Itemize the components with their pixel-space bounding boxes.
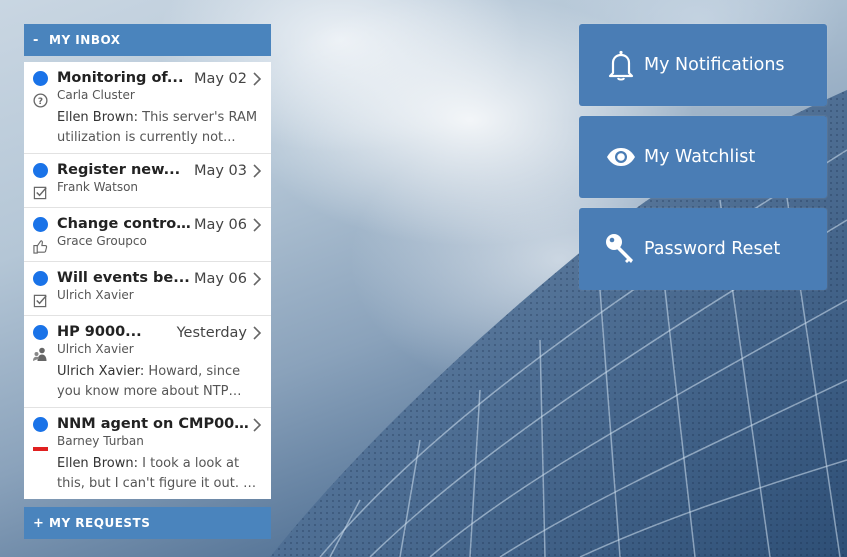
chevron-right-icon [253, 272, 262, 286]
my-inbox-header[interactable]: - MY INBOX [24, 24, 271, 56]
thumbs-up-icon [32, 238, 48, 254]
inbox-item[interactable]: Change controlle... May 06 Grace Groupco [24, 208, 271, 262]
my-notifications-button[interactable]: My Notifications [579, 24, 827, 106]
svg-text:?: ? [37, 96, 42, 106]
inbox-item[interactable]: HP 9000... Yesterday Ulrich Xavier Ulric… [24, 316, 271, 408]
item-person: Carla Cluster [57, 88, 135, 102]
checkbox-icon [32, 184, 48, 200]
unread-dot-icon [33, 217, 48, 232]
user-group-icon [32, 346, 48, 362]
inbox-list: Monitoring of... May 02 ? Carla Cluster … [24, 62, 271, 499]
item-title: HP 9000... [57, 324, 142, 340]
chevron-right-icon [253, 164, 262, 178]
item-date: May 03 [193, 163, 247, 179]
expand-icon: + [33, 515, 45, 531]
item-person: Ulrich Xavier [57, 288, 134, 302]
my-watchlist-label: My Watchlist [644, 147, 756, 167]
key-icon [605, 233, 637, 265]
item-date: May 06 [193, 271, 247, 287]
item-person: Barney Turban [57, 434, 144, 448]
item-person: Ulrich Xavier [57, 342, 134, 356]
inbox-item[interactable]: Will events be... May 06 Ulrich Xavier [24, 262, 271, 316]
item-date: May 02 [193, 71, 247, 87]
message-author: Ellen Brown: [57, 456, 138, 471]
unread-dot-icon [33, 417, 48, 432]
item-title: NNM agent on CMP0000... [57, 416, 252, 432]
my-requests-header[interactable]: + MY REQUESTS [24, 507, 271, 539]
password-reset-button[interactable]: Password Reset [579, 208, 827, 290]
bell-icon [605, 49, 637, 81]
unread-dot-icon [33, 163, 48, 178]
item-title: Will events be... [57, 270, 190, 286]
eye-icon [605, 141, 637, 173]
my-watchlist-button[interactable]: My Watchlist [579, 116, 827, 198]
unread-dot-icon [33, 271, 48, 286]
item-message: Ellen Brown: This server's RAM utilizati… [57, 108, 263, 147]
my-requests-label: MY REQUESTS [49, 516, 151, 530]
collapse-icon: - [33, 32, 39, 48]
item-message: Ulrich Xavier: Howard, since you know mo… [57, 362, 263, 401]
item-person: Grace Groupco [57, 234, 147, 248]
item-title: Register new... [57, 162, 181, 178]
item-title: Change controlle... [57, 216, 193, 232]
chevron-right-icon [253, 72, 262, 86]
chevron-right-icon [253, 418, 262, 432]
my-notifications-label: My Notifications [644, 55, 785, 75]
my-inbox-label: MY INBOX [49, 33, 121, 47]
inbox-item[interactable]: Monitoring of... May 02 ? Carla Cluster … [24, 62, 271, 154]
red-dash-icon [32, 438, 48, 454]
unread-dot-icon [33, 325, 48, 340]
checkbox-icon [32, 292, 48, 308]
chevron-right-icon [253, 218, 262, 232]
item-message: Ellen Brown: I took a look at this, but … [57, 454, 263, 493]
inbox-item[interactable]: Register new... May 03 Frank Watson [24, 154, 271, 208]
item-date: May 06 [193, 217, 247, 233]
item-person: Frank Watson [57, 180, 139, 194]
question-circle-icon: ? [32, 92, 48, 108]
chevron-right-icon [253, 326, 262, 340]
inbox-item[interactable]: NNM agent on CMP0000... Barney Turban El… [24, 408, 271, 499]
message-author: Ellen Brown: [57, 110, 138, 125]
item-title: Monitoring of... [57, 70, 184, 86]
message-author: Ulrich Xavier: [57, 364, 145, 379]
password-reset-label: Password Reset [644, 239, 781, 259]
item-date: Yesterday [176, 325, 247, 341]
unread-dot-icon [33, 71, 48, 86]
